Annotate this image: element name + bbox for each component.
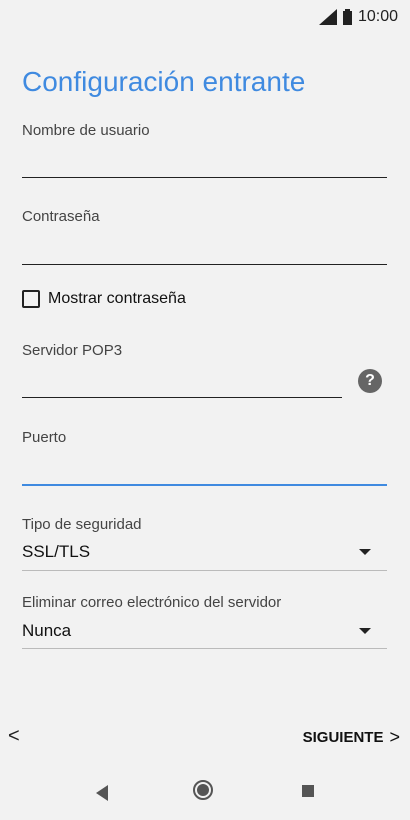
- server-field[interactable]: [22, 397, 342, 398]
- security-divider: [22, 570, 387, 571]
- battery-icon: [342, 9, 352, 25]
- status-time: 10:00: [357, 8, 398, 25]
- chevron-down-icon[interactable]: [359, 628, 371, 634]
- status-indicators: 10:00: [318, 8, 398, 26]
- port-label: Puerto: [22, 429, 67, 446]
- username-field[interactable]: [22, 177, 387, 178]
- chevron-right-icon: >: [389, 727, 400, 747]
- show-password-row[interactable]: Mostrar contraseña: [22, 290, 186, 308]
- system-nav-bar: [0, 765, 410, 820]
- nav-back-icon[interactable]: [96, 785, 108, 801]
- nav-recent-apps-icon[interactable]: [302, 785, 314, 797]
- security-select[interactable]: SSL/TLS: [22, 542, 90, 562]
- back-icon[interactable]: <: [8, 725, 20, 748]
- status-bar: 10:00: [0, 0, 410, 34]
- help-icon[interactable]: ?: [358, 369, 382, 393]
- show-password-label: Mostrar contraseña: [48, 290, 186, 307]
- page-title: Configuración entrante: [22, 66, 306, 97]
- delete-label: Eliminar correo electrónico del servidor: [22, 594, 282, 611]
- next-label: SIGUIENTE: [302, 729, 384, 746]
- show-password-checkbox[interactable]: [22, 290, 40, 308]
- password-label: Contraseña: [22, 208, 100, 225]
- port-field[interactable]: [22, 484, 387, 486]
- security-label: Tipo de seguridad: [22, 516, 142, 533]
- chevron-down-icon[interactable]: [359, 549, 371, 555]
- footer-nav: < SIGUIENTE >: [0, 725, 410, 753]
- delete-select[interactable]: Nunca: [22, 621, 71, 641]
- delete-divider: [22, 648, 387, 649]
- password-field[interactable]: [22, 264, 387, 265]
- next-button[interactable]: SIGUIENTE >: [303, 727, 400, 748]
- signal-icon: [318, 9, 337, 25]
- username-label: Nombre de usuario: [22, 122, 150, 139]
- server-label: Servidor POP3: [22, 342, 123, 359]
- nav-home-icon[interactable]: [193, 780, 213, 800]
